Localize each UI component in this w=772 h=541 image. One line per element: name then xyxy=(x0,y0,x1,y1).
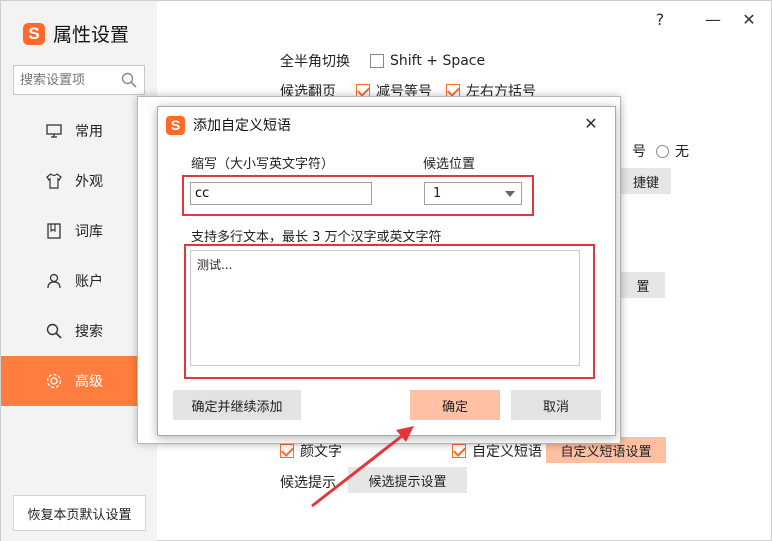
sidebar-item-common[interactable]: 常用 xyxy=(1,106,138,156)
close-button[interactable]: ✕ xyxy=(737,7,761,31)
user-icon xyxy=(47,273,61,289)
sogou-logo-icon: S xyxy=(23,22,45,45)
hint-row: 候选提示 xyxy=(280,472,336,492)
sidebar-item-label: 外观 xyxy=(75,174,103,190)
custom-phrase-row: 自定义短语 xyxy=(452,441,542,461)
sidebar: S 属性设置 常用 外观 词库 账户 xyxy=(1,1,157,541)
position-label: 候选位置 xyxy=(423,157,476,172)
fullhalf-checkbox[interactable] xyxy=(370,54,384,68)
custom-phrase-label: 自定义短语 xyxy=(472,444,542,460)
setting-button[interactable]: 置 xyxy=(621,272,665,298)
search-input[interactable] xyxy=(14,66,114,94)
add-phrase-dialog: S 添加自定义短语 ✕ 缩写（大小写英文字符） 候选位置 1 支持多行文本，最长… xyxy=(157,106,616,436)
radio-none-label: 无 xyxy=(675,144,689,160)
hint-settings-button[interactable]: 候选提示设置 xyxy=(348,467,467,493)
restore-defaults-button[interactable]: 恢复本页默认设置 xyxy=(13,495,146,531)
position-select[interactable]: 1 xyxy=(424,182,522,205)
partial-text: 号 xyxy=(632,144,646,160)
sidebar-item-label: 词库 xyxy=(75,224,103,240)
shirt-icon xyxy=(46,173,62,189)
sidebar-item-search[interactable]: 搜索 xyxy=(1,306,138,356)
abbr-input[interactable] xyxy=(190,182,372,205)
dialog-title: 添加自定义短语 xyxy=(193,118,291,134)
dialog-close-button[interactable]: ✕ xyxy=(581,113,601,133)
sidebar-item-appearance[interactable]: 外观 xyxy=(1,156,138,206)
search-icon xyxy=(46,323,62,339)
dialog-title-bar: S 添加自定义短语 xyxy=(166,115,291,135)
sogou-logo-icon: S xyxy=(166,115,185,135)
sidebar-item-label: 账户 xyxy=(75,274,103,290)
abbr-label: 缩写（大小写英文字符） xyxy=(191,157,335,172)
sidebar-item-label: 搜索 xyxy=(75,324,103,340)
fullhalf-row: 全半角切换 Shift + Space xyxy=(280,51,485,71)
sidebar-item-account[interactable]: 账户 xyxy=(1,256,138,306)
text-label: 支持多行文本，最长 3 万个汉字或英文字符 xyxy=(191,230,442,245)
minimize-button[interactable]: — xyxy=(701,7,725,31)
cancel-button[interactable]: 取消 xyxy=(511,390,601,420)
sidebar-nav: 常用 外观 词库 账户 搜索 高级 xyxy=(1,106,138,406)
ok-button[interactable]: 确定 xyxy=(410,390,500,420)
fullhalf-label: 全半角切换 xyxy=(280,54,350,70)
sidebar-item-advanced[interactable]: 高级 xyxy=(1,356,138,406)
search-box[interactable] xyxy=(13,65,145,95)
phrase-textarea[interactable]: 测试... xyxy=(190,250,580,366)
yanwenzi-label: 颜文字 xyxy=(300,444,342,460)
help-icon[interactable]: ? xyxy=(648,7,672,31)
brand: S 属性设置 xyxy=(23,20,129,47)
app-title: 属性设置 xyxy=(53,24,130,46)
yanwenzi-row: 颜文字 xyxy=(280,441,342,461)
sidebar-item-dictionary[interactable]: 词库 xyxy=(1,206,138,256)
sidebar-item-label: 高级 xyxy=(75,374,103,390)
custom-phrase-checkbox[interactable] xyxy=(452,444,466,458)
radio-none[interactable] xyxy=(656,144,669,158)
monitor-icon xyxy=(46,124,62,138)
fullhalf-option-label: Shift + Space xyxy=(390,53,486,69)
gear-icon xyxy=(46,373,62,389)
ok-continue-button[interactable]: 确定并继续添加 xyxy=(173,390,301,420)
yanwenzi-checkbox[interactable] xyxy=(280,444,294,458)
chevron-down-icon xyxy=(505,191,515,197)
partial-row: 号 无 xyxy=(632,141,689,161)
hint-label: 候选提示 xyxy=(280,475,336,491)
search-icon[interactable] xyxy=(121,72,137,88)
sidebar-item-label: 常用 xyxy=(75,124,103,140)
position-value: 1 xyxy=(433,186,442,201)
shortcut-button[interactable]: 捷键 xyxy=(621,168,671,194)
book-icon xyxy=(47,223,61,239)
